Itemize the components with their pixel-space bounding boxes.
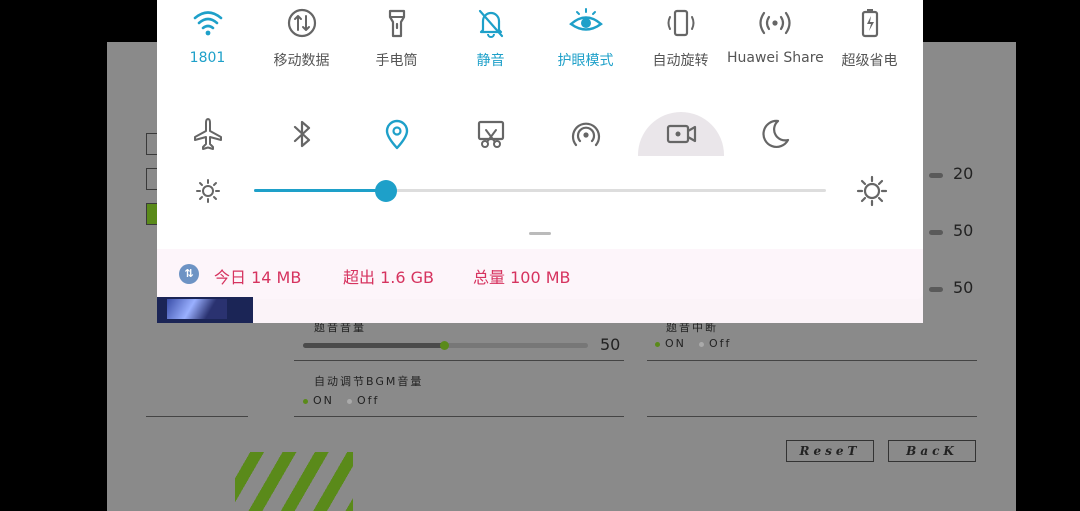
data-total: 总量 100 MB bbox=[473, 268, 571, 287]
tile-location[interactable] bbox=[349, 114, 444, 154]
decorative-stripes bbox=[235, 452, 353, 511]
divider bbox=[294, 360, 624, 361]
brightness-high-icon bbox=[856, 175, 888, 207]
setting-value: 50 bbox=[953, 278, 974, 297]
tile-screenshot[interactable] bbox=[443, 114, 538, 154]
data-usage-row[interactable]: ⇅ 今日 14 MB 超出 1.6 GB 总量 100 MB bbox=[157, 249, 923, 299]
rotate-icon bbox=[661, 3, 701, 43]
tile-label: 超级省电 bbox=[841, 53, 898, 69]
tile-airplane[interactable] bbox=[160, 114, 255, 154]
brightness-low-icon bbox=[195, 178, 221, 204]
off-label: Off bbox=[357, 394, 380, 407]
flashlight-icon bbox=[377, 3, 417, 43]
eye-icon bbox=[566, 3, 606, 43]
panel-drag-handle[interactable] bbox=[529, 232, 551, 235]
tile-label: 移动数据 bbox=[273, 53, 330, 69]
off-option[interactable]: Off bbox=[699, 337, 731, 350]
tile-eye-comfort[interactable]: 护眼模式 bbox=[538, 3, 633, 70]
brightness-slider[interactable] bbox=[254, 180, 826, 202]
off-option[interactable]: Off bbox=[347, 394, 379, 407]
location-pin-icon bbox=[377, 114, 417, 154]
airplane-icon bbox=[188, 114, 228, 154]
tile-mute[interactable]: 静音 bbox=[443, 3, 538, 70]
data-usage-card[interactable]: ⇅ 今日 14 MB 超出 1.6 GB 总量 100 MB bbox=[157, 249, 923, 323]
tile-label: 自动旋转 bbox=[652, 53, 709, 69]
bgm-volume-knob[interactable] bbox=[440, 341, 449, 350]
back-button[interactable]: BacK bbox=[888, 440, 976, 462]
setting-value: 20 bbox=[953, 164, 974, 183]
tile-label: 护眼模式 bbox=[557, 53, 614, 69]
moon-icon bbox=[755, 114, 795, 154]
hotspot-icon bbox=[566, 114, 606, 154]
divider bbox=[647, 416, 977, 417]
tile-hotspot[interactable] bbox=[538, 114, 633, 154]
brightness-slider-thumb[interactable] bbox=[375, 180, 397, 202]
tile-mobile-data[interactable]: 移动数据 bbox=[254, 3, 349, 70]
tile-screen-record[interactable] bbox=[633, 114, 728, 154]
bgm-volume-value: 50 bbox=[600, 335, 621, 354]
tile-flashlight[interactable]: 手电筒 bbox=[349, 3, 444, 70]
bluetooth-icon bbox=[282, 114, 322, 154]
tile-power-saver[interactable]: 超级省电 bbox=[822, 3, 917, 70]
divider bbox=[294, 416, 624, 417]
slider-track[interactable] bbox=[929, 287, 943, 292]
tile-auto-rotate[interactable]: 自动旋转 bbox=[633, 3, 728, 70]
off-label: Off bbox=[709, 337, 732, 350]
scissors-screenshot-icon bbox=[471, 114, 511, 154]
tile-dark-mode[interactable] bbox=[727, 114, 822, 154]
tile-label: Huawei Share bbox=[727, 50, 824, 66]
on-option[interactable]: ON bbox=[303, 394, 334, 407]
data-arrows-icon: ⇅ bbox=[179, 264, 199, 284]
tile-huawei-share[interactable]: Huawei Share bbox=[727, 3, 824, 66]
tile-wifi[interactable]: 1801 bbox=[160, 3, 255, 66]
tile-label: 1801 bbox=[189, 50, 226, 66]
setting-value: 50 bbox=[953, 221, 974, 240]
video-camera-icon bbox=[661, 114, 701, 154]
on-label: ON bbox=[313, 394, 334, 407]
tile-bluetooth[interactable] bbox=[254, 114, 349, 154]
bell-off-icon bbox=[471, 3, 511, 43]
auto-bgm-label: 自动调节BGM音量 bbox=[314, 375, 424, 388]
share-waves-icon bbox=[755, 3, 795, 43]
slider-track[interactable] bbox=[929, 173, 943, 178]
bgm-volume-fill bbox=[303, 343, 446, 348]
brightness-slider-fill bbox=[254, 189, 386, 192]
on-label: ON bbox=[665, 337, 686, 350]
quick-settings-panel: 1801 移动数据 手电筒 静音 护眼模式 自动旋转 Huawei Share … bbox=[157, 0, 923, 249]
data-exceeded: 超出 1.6 GB bbox=[343, 268, 434, 287]
tile-label: 静音 bbox=[476, 53, 505, 69]
tile-label: 手电筒 bbox=[375, 53, 418, 69]
notification-thumbnail bbox=[157, 297, 253, 323]
slider-track[interactable] bbox=[929, 230, 943, 235]
on-option[interactable]: ON bbox=[655, 337, 686, 350]
wifi-icon bbox=[188, 3, 228, 43]
battery-bolt-icon bbox=[850, 3, 890, 43]
data-today: 今日 14 MB bbox=[214, 268, 302, 287]
divider bbox=[146, 416, 248, 417]
divider bbox=[647, 360, 977, 361]
mobile-data-icon bbox=[282, 3, 322, 43]
reset-button[interactable]: ReseT bbox=[786, 440, 874, 462]
